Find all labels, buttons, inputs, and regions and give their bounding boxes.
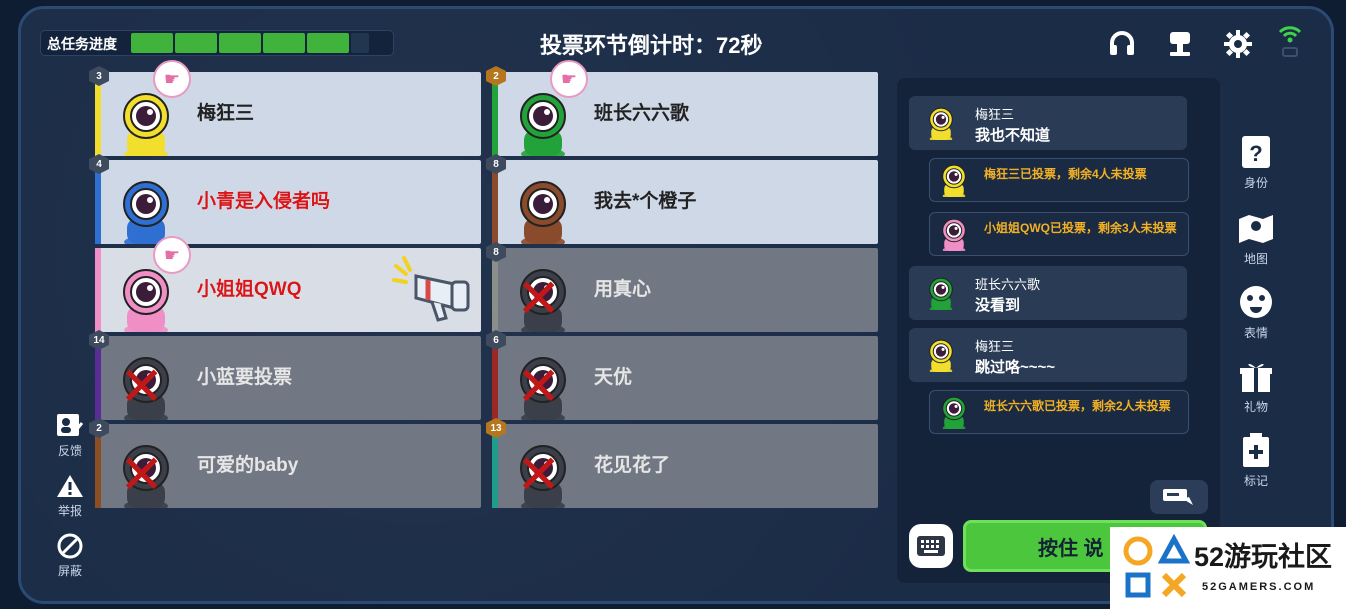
block-icon	[55, 532, 85, 560]
megaphone-icon	[392, 256, 478, 326]
task-progress-label: 总任务进度	[47, 36, 117, 52]
sidebar-item-label: 礼物	[1243, 400, 1268, 414]
map-icon	[1236, 208, 1276, 248]
sidebar-item-mark[interactable]: 标记	[1234, 430, 1278, 489]
player-name: 我去*个橙子	[594, 191, 697, 212]
chat-toggle-button[interactable]	[1150, 480, 1208, 514]
left-tool-label: 屏蔽	[57, 564, 82, 578]
chat-text: 跳过咯~~~~	[975, 359, 1056, 376]
player-name: 用真心	[594, 279, 652, 300]
player-card[interactable]: 13 ✕ 花见花了	[486, 418, 878, 512]
voted-hand-icon: ☛	[153, 60, 191, 98]
sidebar-item-label: 身份	[1243, 176, 1268, 190]
keyboard-button[interactable]	[909, 524, 953, 568]
player-card[interactable]: 2 ✕ 可爱的baby	[89, 418, 481, 512]
player-name: 小蓝要投票	[197, 367, 293, 388]
mark-icon	[1236, 430, 1276, 470]
warning-icon	[55, 472, 85, 500]
player-name: 小姐姐QWQ	[197, 279, 302, 300]
chat-message: 梅狂三 跳过咯~~~~	[909, 328, 1187, 382]
svg-text:?: ?	[1249, 141, 1262, 166]
sidebar-item-label: 标记	[1243, 474, 1268, 488]
identity-card-icon: ?	[1236, 132, 1276, 172]
player-card[interactable]: 6 ✕ 天优	[486, 330, 878, 424]
player-color-stripe	[95, 248, 101, 332]
block-button[interactable]: 屏蔽	[50, 532, 90, 579]
chat-avatar	[923, 336, 959, 375]
player-card[interactable]: 8 ✕ 用真心	[486, 242, 878, 336]
vote-notice: 梅狂三已投票，剩余4人未投票	[929, 158, 1189, 202]
eliminated-x-icon: ✕	[516, 357, 562, 417]
eliminated-x-icon: ✕	[119, 445, 165, 505]
sidebar-item-gift[interactable]: 礼物	[1234, 356, 1278, 415]
gift-icon	[1236, 356, 1276, 396]
left-tool-label: 反馈	[57, 444, 82, 458]
player-name: 花见花了	[594, 455, 671, 476]
player-name: 可爱的baby	[197, 455, 299, 476]
gear-icon[interactable]	[1220, 26, 1256, 62]
player-avatar	[117, 174, 175, 248]
emoji-icon	[1236, 282, 1276, 322]
chat-text: 我也不知道	[975, 127, 1051, 144]
chat-sender: 梅狂三	[975, 339, 1015, 354]
chat-bubble-icon	[1163, 489, 1193, 505]
eliminated-x-icon: ✕	[516, 445, 562, 505]
chat-message: 班长六六歌 没看到	[909, 266, 1187, 320]
player-card[interactable]: 2 ☛ 班长六六歌	[486, 60, 878, 160]
eliminated-x-icon: ✕	[119, 357, 165, 417]
chat-avatar	[923, 274, 959, 313]
vote-notice-text: 小姐姐QWQ已投票，剩余3人未投票	[984, 221, 1177, 235]
eliminated-x-icon: ✕	[516, 269, 562, 329]
vote-notice: 班长六六歌已投票，剩余2人未投票	[929, 390, 1189, 434]
player-card[interactable]: 4 小青是入侵者吗	[89, 154, 481, 248]
player-name: 天优	[594, 367, 633, 388]
chat-sender: 班长六六歌	[975, 277, 1041, 292]
task-progress-fill	[131, 33, 369, 53]
vote-notice-text: 班长六六歌已投票，剩余2人未投票	[984, 399, 1171, 413]
logo-mark-icon	[1123, 533, 1191, 598]
warning-button[interactable]: 举报	[50, 472, 90, 519]
progress-segment	[219, 33, 261, 53]
vote-notice-text: 梅狂三已投票，剩余4人未投票	[984, 167, 1147, 181]
watermark-logo: 52游玩社区 52GAMERS.COM	[1110, 527, 1346, 609]
sidebar-item-label: 表情	[1243, 326, 1268, 340]
voted-hand-icon: ☛	[550, 60, 588, 98]
notice-avatar	[936, 161, 972, 200]
notice-avatar	[936, 393, 972, 432]
notice-avatar	[936, 215, 972, 254]
vote-notice: 小姐姐QWQ已投票，剩余3人未投票	[929, 212, 1189, 256]
player-card[interactable]: 3 ☛ 梅狂三	[89, 60, 481, 160]
chat-sender: 梅狂三	[975, 107, 1015, 122]
left-tool-label: 举报	[57, 504, 82, 518]
player-avatar	[514, 174, 572, 248]
chat-avatar	[923, 104, 959, 143]
player-name: 梅狂三	[197, 103, 255, 124]
logo-subtext: 52GAMERS.COM	[1202, 581, 1316, 593]
keyboard-icon	[917, 536, 945, 556]
progress-segment	[131, 33, 173, 53]
sidebar-item-label: 地图	[1243, 252, 1268, 266]
player-name: 班长六六歌	[594, 103, 690, 124]
player-name: 小青是入侵者吗	[197, 191, 331, 212]
progress-segment	[307, 33, 349, 53]
podium-icon[interactable]	[1162, 26, 1198, 62]
progress-segment	[351, 33, 369, 53]
chat-message: 梅狂三 我也不知道	[909, 96, 1187, 150]
chat-text: 没看到	[975, 297, 1021, 314]
wifi-signal-icon	[1272, 22, 1308, 58]
player-card[interactable]: 14 ✕ 小蓝要投票	[89, 330, 481, 424]
vote-countdown: 投票环节倒计时：72秒	[540, 33, 763, 58]
task-progress-bar: 总任务进度	[40, 30, 394, 56]
sidebar-item-emoji[interactable]: 表情	[1234, 282, 1278, 341]
sidebar-item-map[interactable]: 地图	[1234, 208, 1278, 267]
voted-hand-icon: ☛	[153, 236, 191, 274]
progress-segment	[175, 33, 217, 53]
sidebar-item-identity-card[interactable]: ? 身份	[1234, 132, 1278, 191]
feedback-button[interactable]: 反馈	[50, 412, 90, 459]
logo-text: 52游玩社区	[1194, 542, 1333, 572]
player-card[interactable]: 8 我去*个橙子	[486, 154, 878, 248]
feedback-icon	[55, 412, 85, 440]
headset-icon[interactable]	[1104, 26, 1140, 62]
progress-segment	[263, 33, 305, 53]
